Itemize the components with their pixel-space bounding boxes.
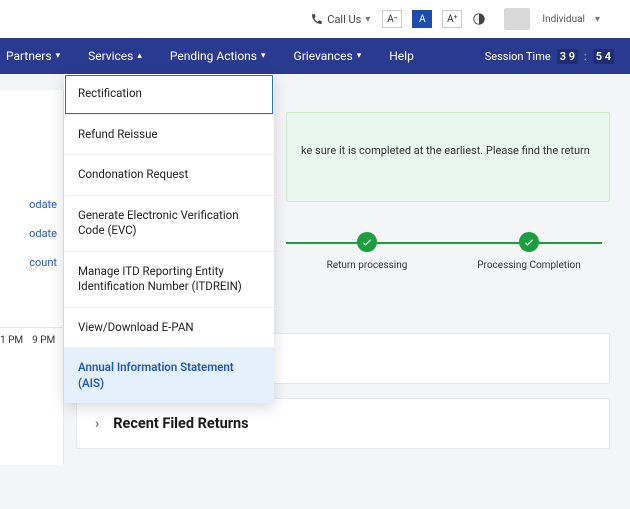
nav-grievances[interactable]: Grievances ▾: [280, 38, 376, 74]
sidebar-link[interactable]: odate: [0, 190, 63, 219]
nav-help[interactable]: Help: [375, 38, 428, 74]
session-minutes: 3 9: [557, 49, 578, 64]
session-seconds: 5 4: [593, 49, 614, 64]
menu-epan[interactable]: View/Download E-PAN: [64, 308, 274, 349]
call-us-label: Call Us: [327, 13, 361, 26]
process-flow: Return processing Processing Completion: [286, 232, 610, 271]
menu-refund-reissue[interactable]: Refund Reissue: [64, 115, 274, 156]
phone-icon: [311, 13, 323, 25]
nav-services[interactable]: Services ▴: [74, 38, 156, 74]
chevron-right-icon: ›: [95, 416, 99, 432]
utility-bar: Call Us ▾ A⁻ A A⁺ Individual ▾: [0, 0, 630, 38]
avatar[interactable]: [504, 8, 530, 30]
contrast-icon[interactable]: [472, 12, 486, 26]
nav-help-label: Help: [389, 49, 414, 63]
nav-partners[interactable]: Partners ▾: [0, 38, 74, 74]
menu-itdrein[interactable]: Manage ITD Reporting Entity Identificati…: [64, 252, 274, 308]
left-sidebar: odate odate count 1 PM 9 PM: [0, 90, 64, 465]
menu-rectification[interactable]: Rectification: [64, 74, 274, 115]
chevron-down-icon: ▾: [357, 51, 362, 61]
menu-condonation[interactable]: Condonation Request: [64, 155, 274, 196]
menu-ais[interactable]: Annual Information Statement (AIS): [64, 348, 274, 403]
chevron-down-icon[interactable]: ▾: [595, 14, 600, 25]
font-normal-button[interactable]: A: [412, 10, 432, 28]
font-increase-button[interactable]: A⁺: [442, 10, 462, 28]
nav-partners-label: Partners: [6, 49, 52, 63]
chevron-up-icon: ▴: [137, 51, 142, 61]
nav-pending-actions[interactable]: Pending Actions ▾: [156, 38, 280, 74]
font-decrease-button[interactable]: A⁻: [382, 10, 402, 28]
time-colon: :: [584, 50, 587, 63]
alert-text: ke sure it is completed at the earliest.…: [301, 144, 590, 157]
flow-step-label: Processing Completion: [477, 260, 580, 271]
sidebar-link[interactable]: odate: [0, 219, 63, 248]
alert-banner: ke sure it is completed at the earliest.…: [286, 112, 610, 202]
flow-step-completion: Processing Completion: [448, 232, 610, 271]
sidebar-time: 9 PM: [32, 329, 61, 352]
sidebar-time: 1 PM: [0, 329, 29, 352]
recent-filed-returns-accordion[interactable]: › Recent Filed Returns: [76, 398, 610, 449]
call-us-link[interactable]: Call Us ▾: [311, 13, 370, 26]
nav-grievances-label: Grievances: [294, 49, 353, 63]
check-icon: [519, 232, 539, 252]
services-dropdown: Rectification Refund Reissue Condonation…: [64, 74, 274, 403]
main-nav: Partners ▾ Services ▴ Pending Actions ▾ …: [0, 38, 630, 74]
chevron-down-icon: ▾: [365, 14, 370, 25]
nav-pending-label: Pending Actions: [170, 49, 257, 63]
nav-services-label: Services: [88, 49, 133, 63]
sidebar-link[interactable]: count: [0, 248, 63, 277]
flow-step-label: Return processing: [327, 260, 408, 271]
check-icon: [357, 232, 377, 252]
user-type-label: Individual: [542, 14, 585, 25]
flow-step-processing: Return processing: [286, 232, 448, 271]
session-timer: Session Time 3 9 : 5 4: [485, 49, 630, 64]
card-title: Recent Filed Returns: [113, 415, 248, 432]
chevron-down-icon: ▾: [56, 51, 61, 61]
chevron-down-icon: ▾: [261, 51, 266, 61]
menu-evc[interactable]: Generate Electronic Verification Code (E…: [64, 196, 274, 252]
session-label: Session Time: [485, 50, 551, 63]
